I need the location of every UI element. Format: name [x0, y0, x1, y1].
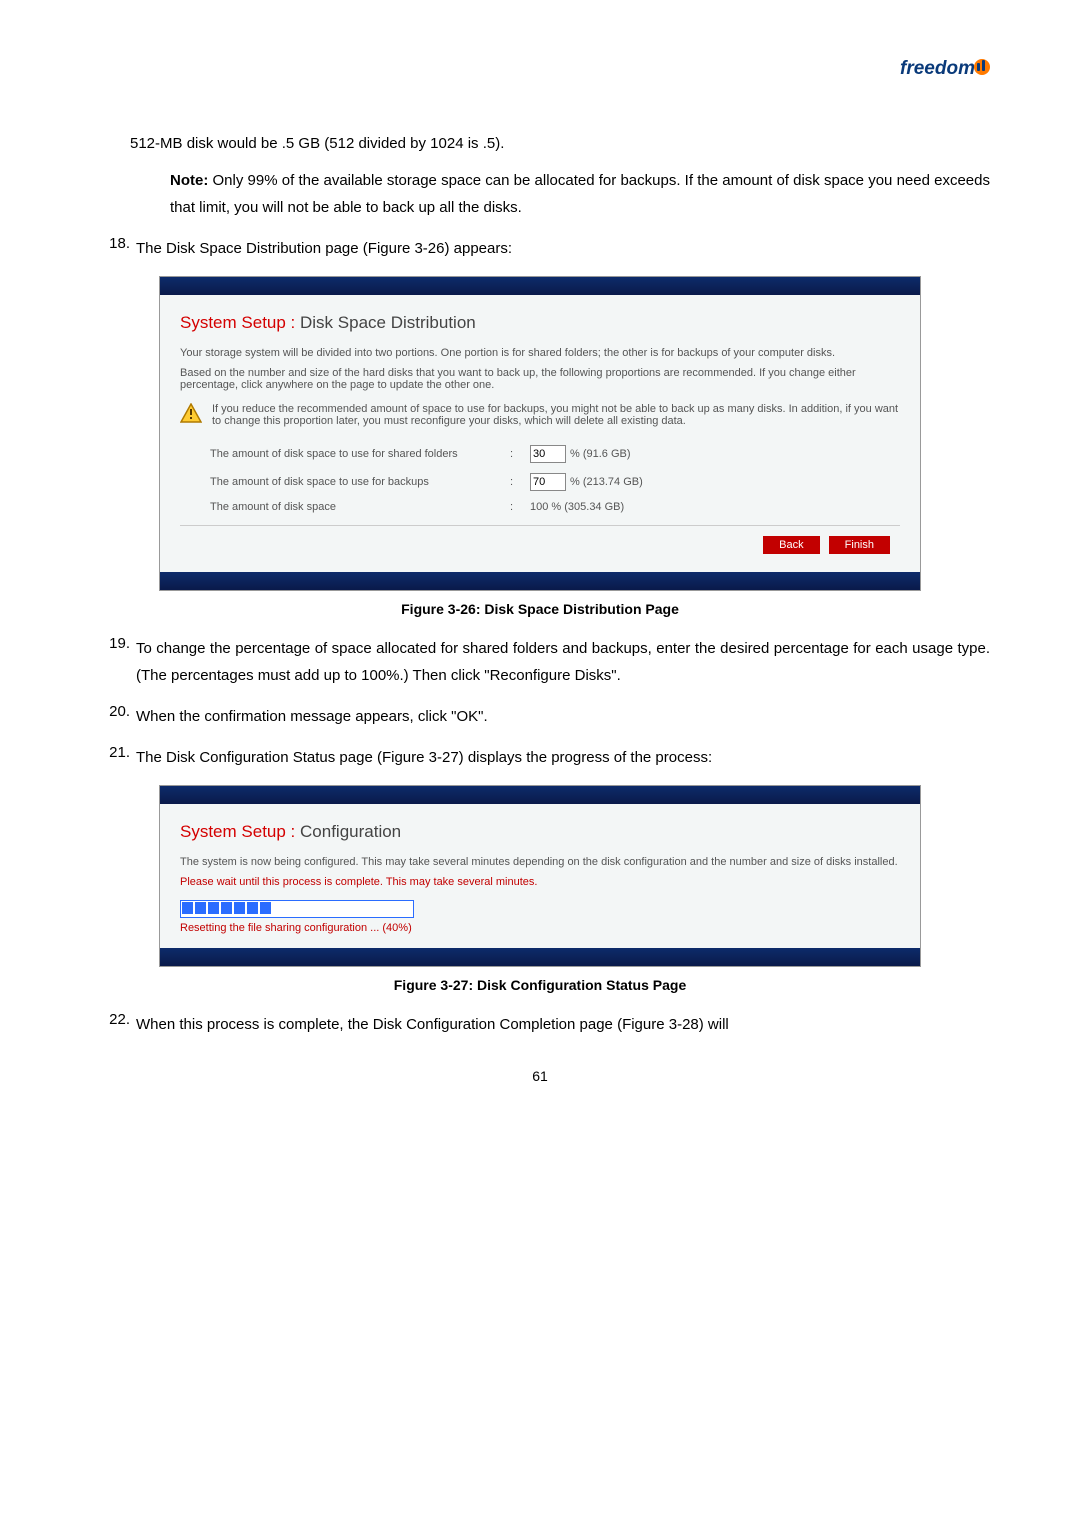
warning-icon	[180, 403, 202, 423]
panel-title-rest: Configuration	[295, 822, 401, 841]
finish-button[interactable]: Finish	[829, 536, 890, 554]
backups-label: The amount of disk space to use for back…	[210, 476, 510, 488]
config-desc-1: The system is now being configured. This…	[180, 856, 900, 868]
total-space-value: 100 % (305.34 GB)	[530, 501, 624, 513]
config-wait-text: Please wait until this process is comple…	[180, 876, 900, 888]
panel-title: System Setup : Disk Space Distribution	[180, 313, 900, 333]
figure-3-26-caption: Figure 3-26: Disk Space Distribution Pag…	[90, 601, 990, 617]
figure-3-26-panel: System Setup : Disk Space Distribution Y…	[159, 276, 921, 591]
paragraph-gb-conversion: 512-MB disk would be .5 GB (512 divided …	[130, 130, 990, 157]
page-number: 61	[90, 1068, 990, 1084]
step-18-number: 18.	[90, 235, 136, 262]
panel-title-red: System Setup :	[180, 822, 295, 841]
progress-status-text: Resetting the file sharing configuration…	[180, 922, 900, 934]
step-19-number: 19.	[90, 635, 136, 689]
note-label: Note:	[170, 172, 213, 189]
shared-folders-input[interactable]	[530, 445, 566, 463]
logo-text: freedom	[900, 58, 975, 79]
note-text: Only 99% of the available storage space …	[170, 172, 990, 216]
back-button[interactable]: Back	[763, 536, 819, 554]
step-21-number: 21.	[90, 744, 136, 771]
step-22-text: When this process is complete, the Disk …	[136, 1011, 990, 1038]
colon: :	[510, 501, 530, 513]
panel-title: System Setup : Configuration	[180, 822, 900, 842]
colon: :	[510, 448, 530, 460]
panel-bottom-bar	[160, 948, 920, 966]
step-19-text: To change the percentage of space alloca…	[136, 635, 990, 689]
step-20-number: 20.	[90, 703, 136, 730]
note-paragraph: Note: Only 99% of the available storage …	[170, 167, 990, 221]
panel-title-red: System Setup :	[180, 313, 295, 332]
step-20-text: When the confirmation message appears, c…	[136, 703, 990, 730]
step-22-number: 22.	[90, 1011, 136, 1038]
panel-desc-2: Based on the number and size of the hard…	[180, 367, 900, 391]
figure-3-27-panel: System Setup : Configuration The system …	[159, 785, 921, 967]
brand-logo: freedom	[900, 50, 990, 94]
figure-3-27-caption: Figure 3-27: Disk Configuration Status P…	[90, 977, 990, 993]
progress-bar	[180, 900, 414, 918]
panel-top-bar	[160, 786, 920, 804]
panel-title-rest: Disk Space Distribution	[295, 313, 475, 332]
panel-top-bar	[160, 277, 920, 295]
total-space-label: The amount of disk space	[210, 501, 510, 513]
panel-desc-1: Your storage system will be divided into…	[180, 347, 900, 359]
backups-value: % (213.74 GB)	[570, 476, 643, 488]
warning-text: If you reduce the recommended amount of …	[212, 403, 900, 427]
panel-bottom-bar	[160, 572, 920, 590]
step-21-text: The Disk Configuration Status page (Figu…	[136, 744, 990, 771]
backups-input[interactable]	[530, 473, 566, 491]
shared-folders-value: % (91.6 GB)	[570, 448, 631, 460]
shared-folders-label: The amount of disk space to use for shar…	[210, 448, 510, 460]
colon: :	[510, 476, 530, 488]
step-18-text: The Disk Space Distribution page (Figure…	[136, 235, 990, 262]
